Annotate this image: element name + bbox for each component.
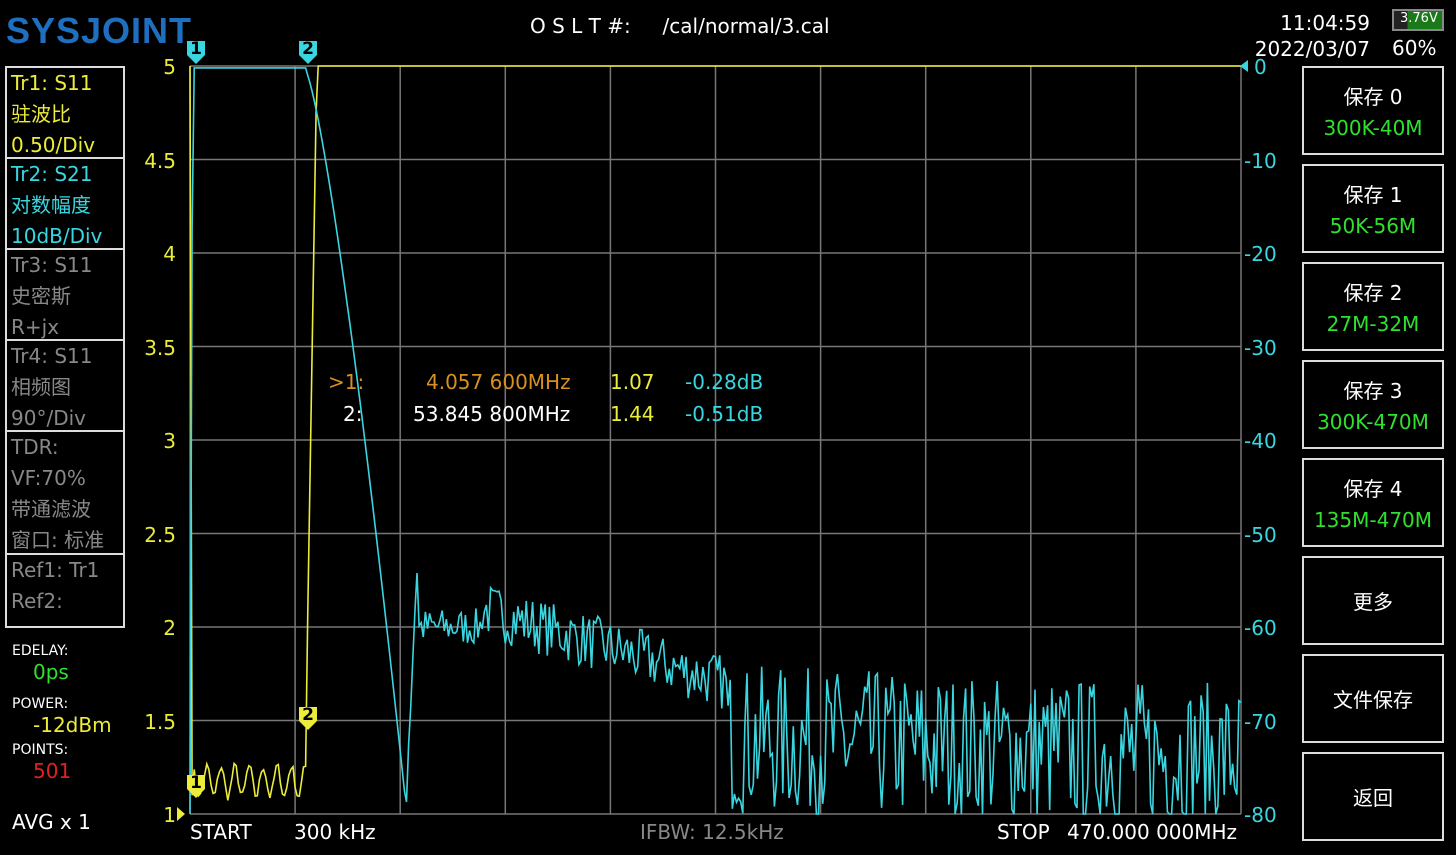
ifbw[interactable]: IFBW: 12.5kHz — [640, 820, 784, 844]
start-freq[interactable]: 300 kHz — [294, 820, 376, 844]
marker-1-flag-swr-label: 1 — [190, 773, 202, 793]
softkey-button-0[interactable]: 保存 0 300K-40M — [1302, 66, 1444, 155]
softkey-button-1[interactable]: 保存 1 50K-56M — [1302, 164, 1444, 253]
softkey-label: 返回 — [1353, 786, 1393, 810]
softkey-button-2[interactable]: 保存 2 27M-32M — [1302, 262, 1444, 351]
stop-freq[interactable]: 470.000 000MHz — [1067, 820, 1237, 844]
marker-1-swr: 1.07 — [610, 370, 655, 394]
softkey-label: 保存 3 — [1343, 379, 1403, 403]
marker-2-flag-swr-label: 2 — [302, 705, 314, 725]
softkey-label: 更多 — [1353, 590, 1393, 614]
softkey-sub: 300K-470M — [1317, 410, 1429, 434]
softkey-sub: 135M-470M — [1313, 508, 1433, 532]
softkey-button-6[interactable]: 文件保存 — [1302, 654, 1444, 743]
marker-2-swr: 1.44 — [610, 402, 655, 426]
softkey-label: 保存 1 — [1343, 183, 1403, 207]
softkey-sub: 27M-32M — [1326, 312, 1420, 336]
softkey-button-3[interactable]: 保存 3 300K-470M — [1302, 360, 1444, 449]
start-label: START — [190, 820, 252, 844]
marker-1-flag-s21-label: 1 — [190, 39, 202, 59]
marker-2-freq: 53.845 800MHz — [413, 402, 571, 426]
softkey-sub: 300K-40M — [1323, 116, 1423, 140]
softkey-button-5[interactable]: 更多 — [1302, 556, 1444, 645]
marker-2-flag-s21-label: 2 — [302, 39, 314, 59]
plot-area[interactable]: 1 2 1 2 — [0, 0, 1456, 855]
softkey-label: 保存 4 — [1343, 477, 1403, 501]
softkey-label: 文件保存 — [1333, 688, 1413, 712]
marker-1-id: >1: — [328, 370, 365, 394]
softkey-button-7[interactable]: 返回 — [1302, 752, 1444, 841]
softkey-label: 保存 2 — [1343, 281, 1403, 305]
marker-2-id: 2: — [343, 402, 363, 426]
marker-2-db: -0.51dB — [685, 402, 764, 426]
marker-1-db: -0.28dB — [685, 370, 764, 394]
softkey-sub: 50K-56M — [1329, 214, 1417, 238]
softkey-button-4[interactable]: 保存 4 135M-470M — [1302, 458, 1444, 547]
stop-label: STOP — [997, 820, 1050, 844]
ref-arrow-left-icon — [177, 807, 185, 821]
marker-1-freq: 4.057 600MHz — [426, 370, 571, 394]
softkey-label: 保存 0 — [1343, 85, 1403, 109]
